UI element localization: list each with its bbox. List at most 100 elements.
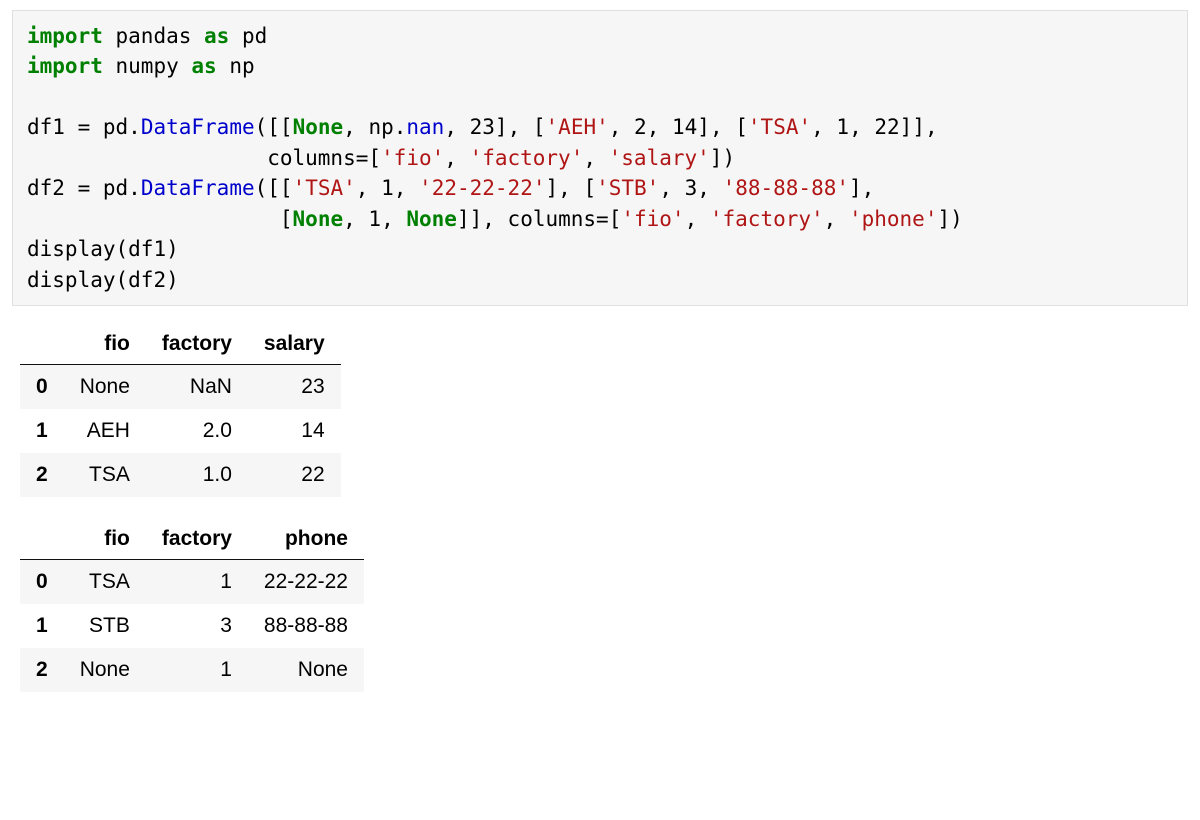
rparen: )	[722, 146, 735, 170]
lparen: (	[255, 115, 268, 139]
comma: ,	[659, 176, 684, 200]
lbracket: [	[280, 207, 293, 231]
comma: ,	[824, 207, 849, 231]
row-index: 2	[20, 648, 64, 692]
comma: ,	[558, 176, 583, 200]
comma: ,	[710, 115, 735, 139]
rbracket: ]	[912, 115, 925, 139]
op-eq: =	[65, 115, 103, 139]
cell-fio: TSA	[64, 453, 146, 497]
table-row: 0 TSA 1 22-22-22	[20, 559, 364, 604]
index-header-blank	[20, 324, 64, 365]
indent	[27, 146, 267, 170]
rbracket: ]	[900, 115, 913, 139]
str-phone: 'phone'	[849, 207, 938, 231]
comma: ,	[343, 115, 368, 139]
comma: ,	[583, 146, 608, 170]
col-header-salary: salary	[248, 324, 341, 365]
call-display: display	[27, 237, 116, 261]
var-df1: df1	[27, 115, 65, 139]
output-table-df1: fio factory salary 0 None NaN 23 1 AEH 2…	[20, 324, 341, 497]
rparen: )	[950, 207, 963, 231]
lbracket: [	[609, 207, 622, 231]
index-header-blank	[20, 519, 64, 560]
call-dataframe: DataFrame	[141, 176, 255, 200]
attr-nan: nan	[406, 115, 444, 139]
comma: ,	[356, 176, 381, 200]
row-index: 0	[20, 364, 64, 409]
row-index: 2	[20, 453, 64, 497]
cell-fio: STB	[64, 604, 146, 648]
comma: ,	[444, 146, 469, 170]
str-factory: 'factory'	[470, 146, 584, 170]
num-3: 3	[685, 176, 698, 200]
np-prefix: np.	[368, 115, 406, 139]
cell-salary: 22	[248, 453, 341, 497]
col-header-factory: factory	[146, 519, 248, 560]
cell-fio: TSA	[64, 559, 146, 604]
const-none: None	[406, 207, 457, 231]
table-header-row: fio factory salary	[20, 324, 341, 365]
mod-numpy: numpy	[116, 54, 179, 78]
comma: ,	[508, 115, 533, 139]
col-header-factory: factory	[146, 324, 248, 365]
num-1: 1	[381, 176, 394, 200]
comma: ,	[811, 115, 836, 139]
str-factory: 'factory'	[710, 207, 824, 231]
indent	[27, 207, 280, 231]
num-1: 1	[368, 207, 381, 231]
comma: ,	[685, 207, 710, 231]
comma: ,	[609, 115, 634, 139]
kw-import: import	[27, 54, 103, 78]
num-22: 22	[874, 115, 899, 139]
row-index: 1	[20, 409, 64, 453]
table-row: 2 TSA 1.0 22	[20, 453, 341, 497]
num-23: 23	[470, 115, 495, 139]
table-row: 0 None NaN 23	[20, 364, 341, 409]
str-888888: '88-88-88'	[723, 176, 849, 200]
table-row: 1 STB 3 88-88-88	[20, 604, 364, 648]
cell-factory: 1	[146, 559, 248, 604]
num-2: 2	[634, 115, 647, 139]
cell-factory: 1	[146, 648, 248, 692]
code-cell[interactable]: import pandas as pd import numpy as np d…	[12, 10, 1188, 306]
comma-trail: ,	[925, 115, 938, 139]
cell-factory: 1.0	[146, 453, 248, 497]
op-eq: =	[65, 176, 103, 200]
num-14: 14	[672, 115, 697, 139]
cell-phone: None	[248, 648, 364, 692]
comma: ,	[381, 207, 406, 231]
pd-prefix: pd.	[103, 115, 141, 139]
lbracket: [	[280, 176, 293, 200]
call-display: display	[27, 268, 116, 292]
str-salary: 'salary'	[609, 146, 710, 170]
rbracket: ]	[495, 115, 508, 139]
cell-salary: 14	[248, 409, 341, 453]
str-fio: 'fio'	[381, 146, 444, 170]
lbracket: [	[735, 115, 748, 139]
lbracket: [	[267, 115, 280, 139]
lparen: (	[255, 176, 268, 200]
cell-salary: 23	[248, 364, 341, 409]
mod-pandas: pandas	[116, 24, 192, 48]
table-row: 1 AEH 2.0 14	[20, 409, 341, 453]
comma: ,	[697, 176, 722, 200]
col-header-fio: fio	[64, 519, 146, 560]
output-table-df2: fio factory phone 0 TSA 1 22-22-22 1 STB…	[20, 519, 364, 692]
lbracket: [	[368, 146, 381, 170]
rbracket: ]	[470, 207, 483, 231]
num-1: 1	[836, 115, 849, 139]
const-none: None	[293, 115, 344, 139]
const-none: None	[293, 207, 344, 231]
cell-fio: None	[64, 364, 146, 409]
lbracket: [	[280, 115, 293, 139]
alias-pd: pd	[242, 24, 267, 48]
cell-fio: None	[64, 648, 146, 692]
row-index: 0	[20, 559, 64, 604]
str-tsa: 'TSA'	[293, 176, 356, 200]
rbracket: ]	[710, 146, 723, 170]
str-222222: '22-22-22'	[419, 176, 545, 200]
lbracket: [	[583, 176, 596, 200]
comma: ,	[647, 115, 672, 139]
cell-phone: 22-22-22	[248, 559, 364, 604]
